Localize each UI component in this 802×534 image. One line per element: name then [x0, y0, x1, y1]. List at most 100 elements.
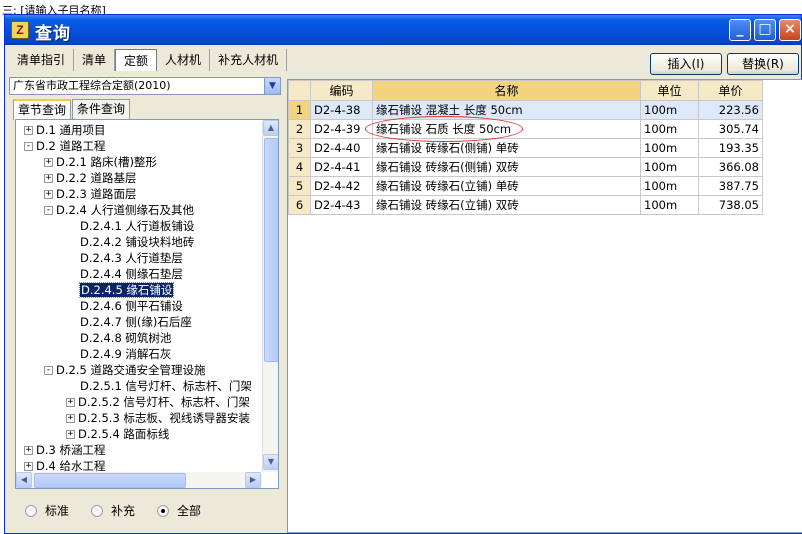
tree-item-label: D.1 通用项目 [36, 123, 106, 137]
tree-item[interactable]: D.2.4.1 人行道板铺设 [80, 218, 194, 234]
collapse-icon[interactable]: - [44, 206, 53, 215]
collapse-icon[interactable]: - [44, 366, 53, 375]
chevron-down-icon[interactable]: ▼ [264, 78, 280, 94]
tree-item-label: D.2.4.4 侧缘石垫层 [80, 267, 183, 281]
expand-icon[interactable]: + [24, 462, 33, 471]
name-cell[interactable]: 缘石铺设 砖缘石(侧铺) 双砖 [372, 157, 641, 177]
tree-vertical-scrollbar[interactable]: ▲ ▼ [262, 120, 278, 472]
quota-library-select[interactable]: 广东省市政工程综合定额(2010) ▼ [9, 77, 281, 95]
name-cell[interactable]: 缘石铺设 砖缘石(立铺) 双砖 [372, 195, 641, 215]
tree-item-selected[interactable]: D.2.4.5 缘石铺设 [78, 282, 175, 298]
scroll-up-icon[interactable]: ▲ [263, 120, 278, 136]
tab-list-guide[interactable]: 清单指引 [9, 49, 75, 71]
unit-cell[interactable]: 100m [640, 138, 699, 158]
expand-icon[interactable]: + [66, 430, 75, 439]
unit-cell[interactable]: 100m [640, 119, 699, 139]
minimize-button[interactable]: _ [729, 19, 751, 41]
collapse-icon[interactable]: - [24, 142, 33, 151]
name-cell[interactable]: 缘石铺设 砖缘石(侧铺) 单砖 [372, 138, 641, 158]
tree-item[interactable]: D.2.4.6 侧平石铺设 [80, 298, 183, 314]
table-row[interactable]: 6 D2-4-43 缘石铺设 砖缘石(立铺) 双砖 100m 738.05 [288, 195, 763, 215]
expand-icon[interactable]: + [24, 446, 33, 455]
price-cell[interactable]: 366.08 [698, 157, 763, 177]
name-cell[interactable]: 缘石铺设 砖缘石(立铺) 单砖 [372, 176, 641, 196]
expand-icon[interactable]: + [44, 190, 53, 199]
column-header-name[interactable]: 名称 [372, 80, 641, 101]
code-cell[interactable]: D2-4-43 [310, 195, 373, 215]
tree-item[interactable]: D.2.4.3 人行道垫层 [80, 250, 183, 266]
price-cell[interactable]: 305.74 [698, 119, 763, 139]
expand-icon[interactable]: + [66, 398, 75, 407]
price-cell[interactable]: 738.05 [698, 195, 763, 215]
unit-cell[interactable]: 100m [640, 176, 699, 196]
quota-grid: 编码 名称 单位 单价 1 D2-4-38 缘石铺设 混凝土 长度 50cm 1… [287, 79, 802, 533]
price-cell[interactable]: 223.56 [698, 100, 763, 120]
tab-supplement-lmm[interactable]: 补充人材机 [210, 49, 288, 71]
tree-item[interactable]: D.2.4.8 砌筑树池 [80, 330, 171, 346]
tree-item[interactable]: + D.2.3 道路面层 [44, 186, 136, 202]
tree-item[interactable]: + D.2.1 路床(槽)整形 [44, 154, 157, 170]
expand-icon[interactable]: + [44, 158, 53, 167]
tree-item[interactable]: - D.2.5 道路交通安全管理设施 [44, 362, 205, 378]
tab-quota[interactable]: 定额 [115, 49, 158, 71]
tree-item[interactable]: D.2.4.7 侧(缘)石后座 [80, 314, 192, 330]
radio-all[interactable]: 全部 [157, 502, 201, 519]
tree-item[interactable]: D.2.4.4 侧缘石垫层 [80, 266, 183, 282]
scroll-left-icon[interactable]: ◀ [16, 472, 32, 488]
radio-standard[interactable]: 标准 [25, 502, 69, 519]
scroll-right-icon[interactable]: ▶ [245, 472, 261, 488]
tree-item[interactable]: + D.2.5.2 信号灯杆、标志杆、门架 [66, 394, 250, 410]
code-cell[interactable]: D2-4-40 [310, 138, 373, 158]
table-row[interactable]: 2 D2-4-39 缘石铺设 石质 长度 50cm 100m 305.74 [288, 119, 763, 139]
unit-cell[interactable]: 100m [640, 195, 699, 215]
tab-condition-query[interactable]: 条件查询 [72, 99, 131, 119]
tree-item[interactable]: - D.2.4 人行道侧缘石及其他 [44, 202, 194, 218]
expand-icon[interactable]: + [24, 126, 33, 135]
unit-cell[interactable]: 100m [640, 100, 699, 120]
tree-horizontal-scrollbar[interactable]: ◀ ▶ [16, 472, 262, 488]
tree-item-label: D.2.1 路床(槽)整形 [56, 155, 157, 169]
tab-list[interactable]: 清单 [74, 49, 116, 71]
radio-supplement[interactable]: 补充 [91, 502, 135, 519]
tree-item[interactable]: + D.1 通用项目 [24, 122, 105, 138]
tree-item[interactable]: + D.2.5.4 路面标线 [66, 426, 169, 442]
column-header-price[interactable]: 单价 [698, 80, 763, 101]
maximize-button[interactable]: □ [754, 19, 776, 41]
tree-item[interactable]: + D.3 桥涵工程 [24, 442, 105, 458]
radio-button-icon[interactable] [25, 504, 37, 517]
table-row[interactable]: 4 D2-4-41 缘石铺设 砖缘石(侧铺) 双砖 100m 366.08 [288, 157, 763, 177]
price-cell[interactable]: 193.35 [698, 138, 763, 158]
tab-chapter-query[interactable]: 章节查询 [13, 99, 72, 120]
row-number: 5 [288, 176, 311, 196]
tree-item[interactable]: - D.2 道路工程 [24, 138, 105, 154]
code-cell[interactable]: D2-4-41 [310, 157, 373, 177]
insert-button[interactable]: 插入(I) [650, 53, 722, 75]
tree-item[interactable]: D.2.5.1 信号灯杆、标志杆、门架 [80, 378, 252, 394]
code-cell[interactable]: D2-4-38 [310, 100, 373, 120]
column-header-unit[interactable]: 单位 [640, 80, 699, 101]
replace-button[interactable]: 替换(R) [727, 53, 799, 75]
column-header-code[interactable]: 编码 [310, 80, 373, 101]
tree-item[interactable]: D.2.4.9 消解石灰 [80, 346, 171, 362]
expand-icon[interactable]: + [44, 174, 53, 183]
title-bar[interactable]: Z 查询 _ □ × [5, 15, 801, 45]
scroll-thumb[interactable] [34, 473, 186, 488]
radio-button-icon[interactable] [157, 504, 170, 517]
expand-icon[interactable]: + [66, 414, 75, 423]
scroll-down-icon[interactable]: ▼ [263, 454, 278, 470]
radio-button-icon[interactable] [91, 504, 104, 517]
price-cell[interactable]: 387.75 [698, 176, 763, 196]
scroll-thumb[interactable] [264, 138, 278, 362]
tab-labor-material-machine[interactable]: 人材机 [157, 49, 211, 71]
table-row[interactable]: 1 D2-4-38 缘石铺设 混凝土 长度 50cm 100m 223.56 [288, 100, 763, 120]
tree-item[interactable]: + D.2.2 道路基层 [44, 170, 136, 186]
table-row[interactable]: 3 D2-4-40 缘石铺设 砖缘石(侧铺) 单砖 100m 193.35 [288, 138, 763, 158]
unit-cell[interactable]: 100m [640, 157, 699, 177]
tree-item[interactable]: D.2.4.2 铺设块料地砖 [80, 234, 194, 250]
code-cell[interactable]: D2-4-39 [310, 119, 373, 139]
tree-item[interactable]: + D.2.5.3 标志板、视线诱导器安装 [66, 410, 250, 426]
code-cell[interactable]: D2-4-42 [310, 176, 373, 196]
column-header-rownum [288, 80, 311, 101]
close-button[interactable]: × [779, 19, 801, 41]
table-row[interactable]: 5 D2-4-42 缘石铺设 砖缘石(立铺) 单砖 100m 387.75 [288, 176, 763, 196]
